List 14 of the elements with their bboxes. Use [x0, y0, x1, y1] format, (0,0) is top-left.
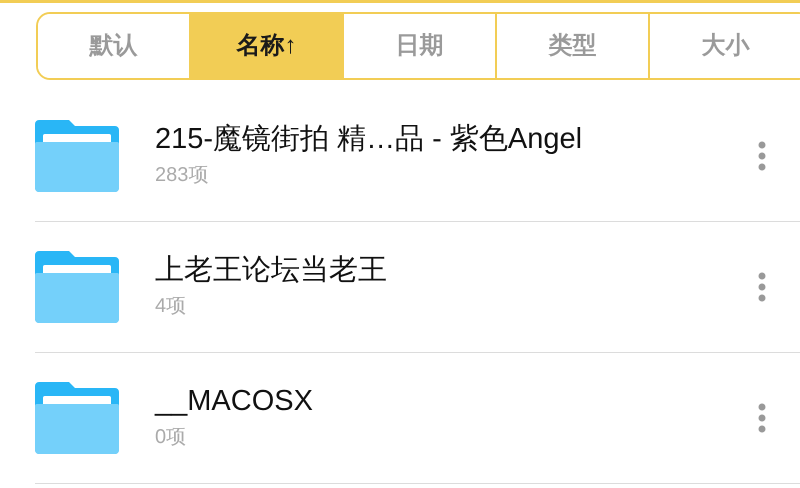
more-icon[interactable] — [758, 141, 766, 171]
more-icon[interactable] — [758, 272, 766, 302]
item-count: 4项 — [155, 294, 188, 320]
sort-tab[interactable]: 默认 — [38, 14, 191, 78]
folder-name: 215-魔镜街拍 精…品 - 紫色Angel — [155, 122, 582, 156]
sort-tab[interactable]: 名称↑ — [191, 14, 344, 78]
folder-name: __MACOSX — [155, 384, 313, 418]
more-icon[interactable] — [758, 403, 766, 433]
item-count: 0项 — [155, 425, 188, 450]
folder-name: 上老王论坛当老王 — [155, 252, 387, 288]
folder-icon — [35, 120, 119, 192]
folder-icon — [35, 382, 119, 454]
item-count: 283项 — [155, 163, 210, 188]
folder-icon — [35, 251, 119, 323]
